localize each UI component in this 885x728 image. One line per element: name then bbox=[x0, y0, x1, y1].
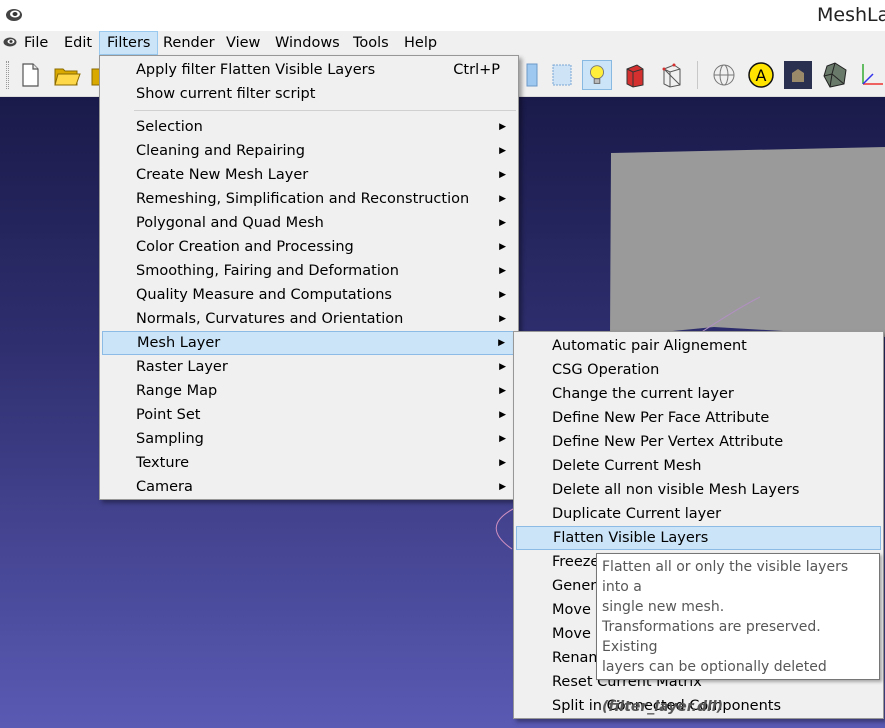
submenu-arrow-icon: ▶ bbox=[499, 194, 506, 204]
submenu-arrow-icon: ▶ bbox=[499, 410, 506, 420]
menu-help[interactable]: Help bbox=[397, 31, 444, 55]
menu-item-texture[interactable]: Texture ▶ bbox=[102, 451, 516, 475]
submenu-item-delete-non-visible-layers[interactable]: Delete all non visible Mesh Layers bbox=[516, 478, 881, 502]
menu-item-sampling[interactable]: Sampling ▶ bbox=[102, 427, 516, 451]
submenu-arrow-icon: ▶ bbox=[499, 170, 506, 180]
gray-mesh-surface bbox=[610, 147, 885, 337]
axis-icon[interactable] bbox=[857, 60, 885, 90]
submenu-arrow-icon: ▶ bbox=[499, 266, 506, 276]
tooltip-line: single new mesh. bbox=[602, 599, 725, 615]
menu-item-selection[interactable]: Selection ▶ bbox=[102, 115, 516, 139]
menu-item-point-set[interactable]: Point Set ▶ bbox=[102, 403, 516, 427]
submenu-arrow-icon: ▶ bbox=[499, 386, 506, 396]
menu-item-quality[interactable]: Quality Measure and Computations ▶ bbox=[102, 283, 516, 307]
menu-item-apply-filter[interactable]: Apply filter Flatten Visible Layers Ctrl… bbox=[102, 58, 516, 82]
submenu-arrow-icon: ▶ bbox=[499, 482, 506, 492]
menu-view[interactable]: View bbox=[219, 31, 267, 55]
submenu-arrow-icon: ▶ bbox=[499, 218, 506, 228]
menu-bar: File Edit Filters Render View Windows To… bbox=[0, 31, 885, 55]
submenu-arrow-icon: ▶ bbox=[499, 362, 506, 372]
menu-item-range-map[interactable]: Range Map ▶ bbox=[102, 379, 516, 403]
menu-item-mesh-layer[interactable]: Mesh Layer ▶ bbox=[102, 331, 516, 355]
menu-item-raster-layer[interactable]: Raster Layer ▶ bbox=[102, 355, 516, 379]
submenu-item-duplicate-current-layer[interactable]: Duplicate Current layer bbox=[516, 502, 881, 526]
tooltip-line: layers can be optionally deleted bbox=[602, 659, 827, 675]
submenu-arrow-icon: ▶ bbox=[499, 434, 506, 444]
wireframe-box-icon[interactable] bbox=[656, 60, 686, 90]
title-bar: MeshLab bbox=[0, 0, 885, 31]
submenu-item-define-per-vertex-attribute[interactable]: Define New Per Vertex Attribute bbox=[516, 430, 881, 454]
submenu-item-automatic-pair-alignement[interactable]: Automatic pair Alignement bbox=[516, 334, 881, 358]
svg-text:A: A bbox=[756, 66, 767, 85]
snapshot-icon[interactable] bbox=[547, 60, 577, 90]
menu-item-camera[interactable]: Camera ▶ bbox=[102, 475, 516, 499]
polyhedron-icon[interactable] bbox=[820, 60, 850, 90]
menu-tools[interactable]: Tools bbox=[346, 31, 396, 55]
tooltip-line: Transformations are preserved. Existing bbox=[602, 619, 821, 655]
box-render-icon[interactable] bbox=[619, 60, 649, 90]
menu-item-color[interactable]: Color Creation and Processing ▶ bbox=[102, 235, 516, 259]
submenu-arrow-icon: ▶ bbox=[499, 242, 506, 252]
menu-item-cleaning[interactable]: Cleaning and Repairing ▶ bbox=[102, 139, 516, 163]
menu-windows[interactable]: Windows bbox=[268, 31, 347, 55]
building-icon[interactable] bbox=[783, 60, 813, 90]
new-document-icon[interactable] bbox=[15, 60, 45, 90]
tooltip-dll-name: (filter_layer.dll) bbox=[602, 699, 723, 715]
menu-item-show-filter-script[interactable]: Show current filter script bbox=[102, 82, 516, 106]
tooltip-line: Flatten all or only the visible layers i… bbox=[602, 559, 849, 595]
submenu-item-csg-operation[interactable]: CSG Operation bbox=[516, 358, 881, 382]
submenu-item-flatten-visible-layers[interactable]: Flatten Visible Layers bbox=[516, 526, 881, 550]
light-bulb-icon[interactable] bbox=[582, 60, 612, 90]
open-folder-icon[interactable] bbox=[52, 60, 82, 90]
submenu-arrow-icon: ▶ bbox=[499, 314, 506, 324]
submenu-arrow-icon: ▶ bbox=[499, 458, 506, 468]
shortcut-ctrl-p: Ctrl+P bbox=[453, 62, 500, 78]
document-window-icon[interactable] bbox=[2, 35, 18, 49]
filter-tooltip: Flatten all or only the visible layers i… bbox=[596, 553, 880, 715]
menu-render[interactable]: Render bbox=[156, 31, 222, 55]
menu-edit[interactable]: Edit bbox=[57, 31, 99, 55]
toolbar-separator bbox=[697, 61, 698, 89]
submenu-item-define-per-face-attribute[interactable]: Define New Per Face Attribute bbox=[516, 406, 881, 430]
mesh-layer-icon[interactable] bbox=[517, 60, 547, 90]
menu-filters[interactable]: Filters bbox=[99, 31, 159, 55]
submenu-arrow-icon: ▶ bbox=[499, 122, 506, 132]
toolbar-grip[interactable] bbox=[6, 61, 9, 89]
annotation-a-icon[interactable]: A bbox=[746, 60, 776, 90]
meshlab-logo-icon bbox=[6, 9, 22, 21]
submenu-arrow-icon: ▶ bbox=[499, 290, 506, 300]
filters-menu: Apply filter Flatten Visible Layers Ctrl… bbox=[99, 55, 519, 500]
trackball-arc-left bbox=[495, 508, 514, 550]
menu-file[interactable]: File bbox=[17, 31, 55, 55]
submenu-arrow-icon: ▶ bbox=[498, 338, 505, 348]
submenu-item-delete-current-mesh[interactable]: Delete Current Mesh bbox=[516, 454, 881, 478]
submenu-arrow-icon: ▶ bbox=[499, 146, 506, 156]
menu-item-create-new-mesh[interactable]: Create New Mesh Layer ▶ bbox=[102, 163, 516, 187]
menu-item-smoothing[interactable]: Smoothing, Fairing and Deformation ▶ bbox=[102, 259, 516, 283]
menu-separator bbox=[134, 110, 516, 111]
window-title: MeshLab bbox=[817, 4, 885, 26]
menu-item-polygonal[interactable]: Polygonal and Quad Mesh ▶ bbox=[102, 211, 516, 235]
menu-item-remeshing[interactable]: Remeshing, Simplification and Reconstruc… bbox=[102, 187, 516, 211]
sphere-grid-icon[interactable] bbox=[709, 60, 739, 90]
menu-item-normals[interactable]: Normals, Curvatures and Orientation ▶ bbox=[102, 307, 516, 331]
submenu-item-change-current-layer[interactable]: Change the current layer bbox=[516, 382, 881, 406]
